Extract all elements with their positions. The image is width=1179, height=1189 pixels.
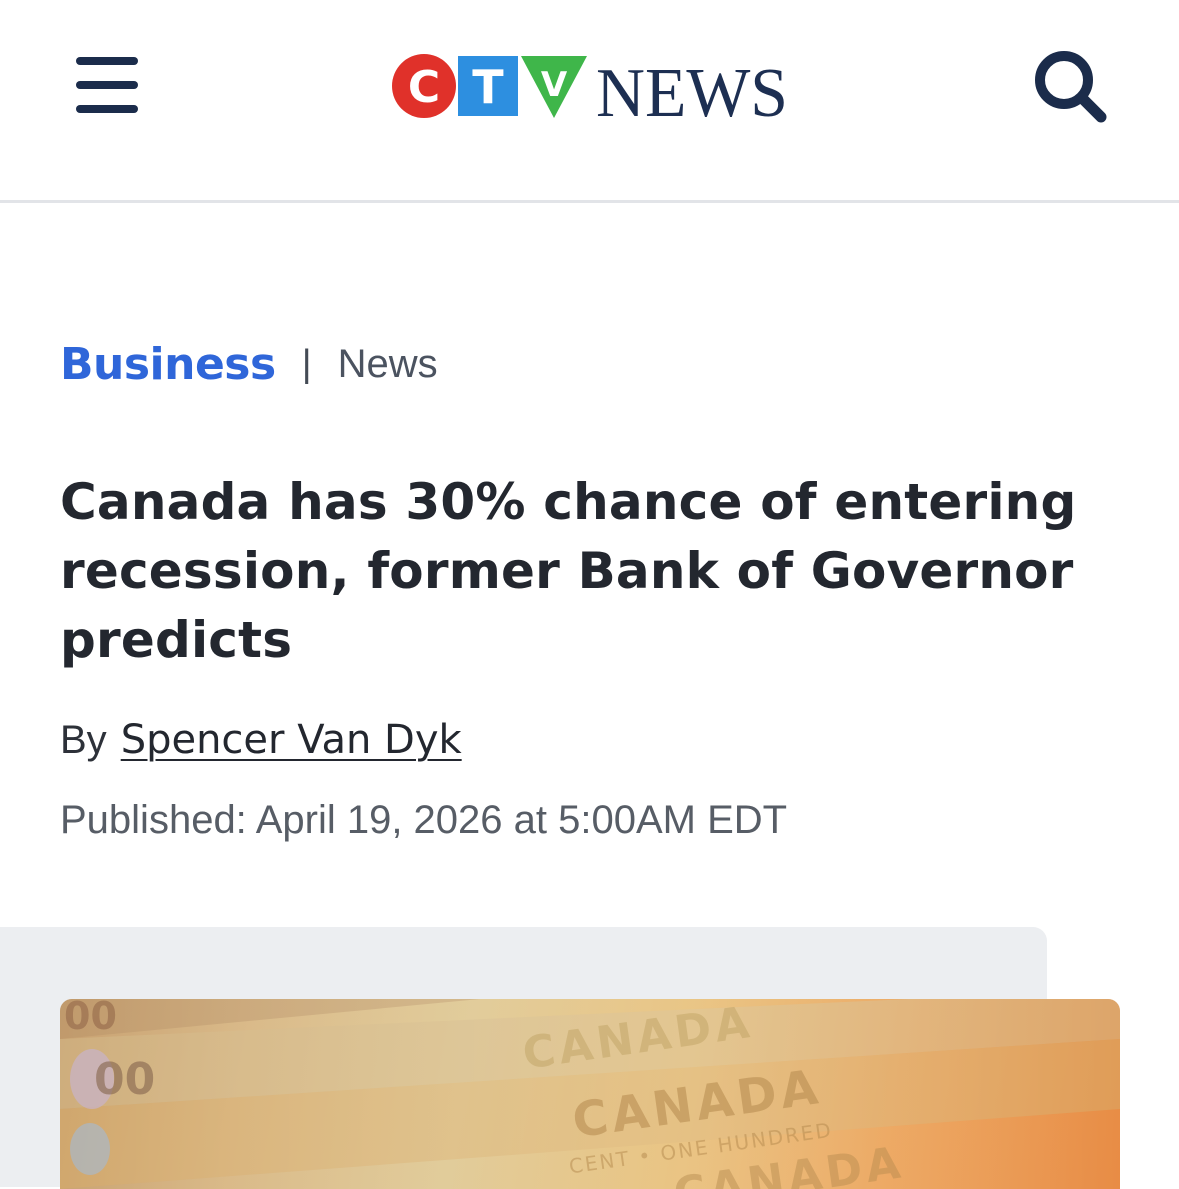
header-divider <box>0 200 1179 203</box>
author-link[interactable]: Spencer Van Dyk <box>121 717 462 763</box>
menu-bar <box>76 81 138 89</box>
breadcrumb-separator: | <box>301 342 312 385</box>
menu-bar <box>76 105 138 113</box>
search-icon[interactable] <box>1030 46 1110 126</box>
site-header: C T V NEWS <box>0 0 1179 200</box>
menu-bar <box>76 57 138 65</box>
breadcrumb-subsection-link[interactable]: News <box>338 342 438 387</box>
article-hero-image[interactable]: 00 00 CANADA CENT • ONE HUNDRED CANADA C… <box>60 999 1120 1189</box>
logo-letter-v: V <box>541 65 568 105</box>
banknote-denomination: 00 <box>64 999 117 1038</box>
byline-prefix: By <box>60 717 107 762</box>
logo-letter-c: C <box>408 62 440 113</box>
logo-letter-t: T <box>472 60 504 114</box>
ctv-news-logo[interactable]: C T V NEWS <box>390 50 790 122</box>
banknote-denomination: 00 <box>94 1054 155 1105</box>
breadcrumb-section-link[interactable]: Business <box>60 339 276 390</box>
article-headline: Canada has 30% chance of entering recess… <box>60 473 1077 669</box>
published-timestamp: Published: April 19, 2026 at 5:00AM EDT <box>60 798 788 842</box>
logo-wordmark: NEWS <box>596 55 788 122</box>
breadcrumb: Business | News <box>60 336 438 392</box>
byline: By Spencer Van Dyk <box>60 712 462 768</box>
hamburger-menu-icon[interactable] <box>70 50 144 120</box>
